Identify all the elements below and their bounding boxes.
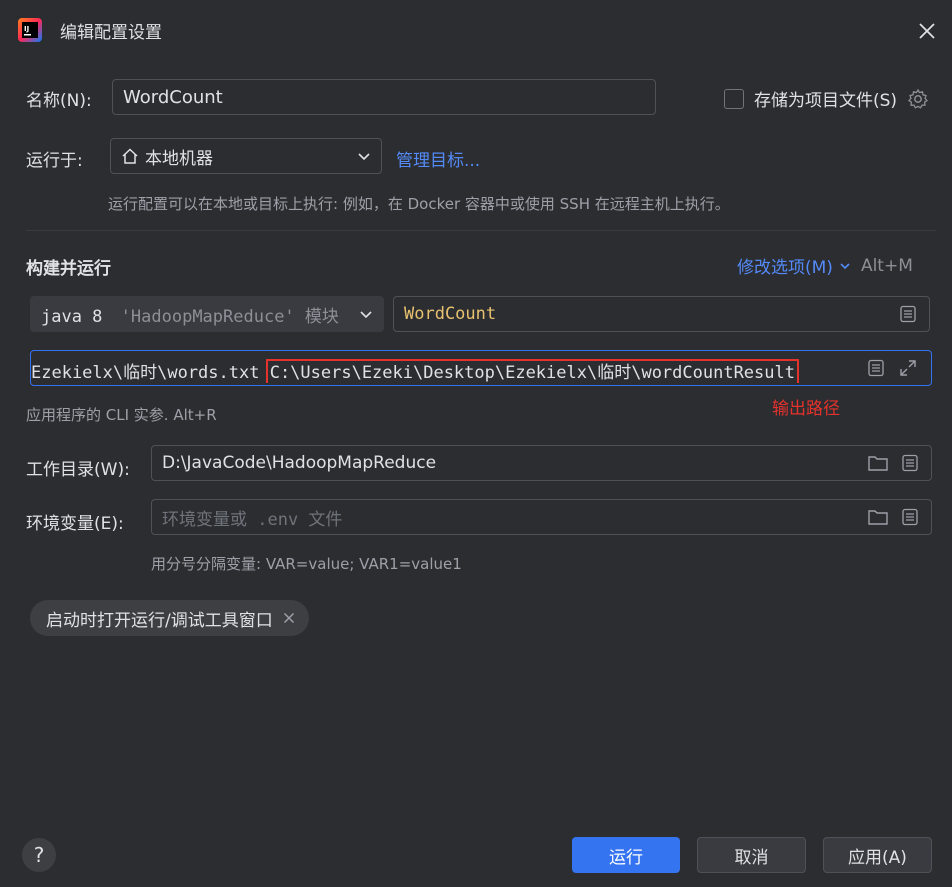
working-dir-label: 工作目录(W): xyxy=(26,460,130,480)
run-button[interactable]: 运行 xyxy=(572,837,680,873)
apply-button-label: 应用(A) xyxy=(848,847,907,868)
run-on-hint: 运行配置可以在本地或目标上执行: 例如，在 Docker 容器中或使用 SSH … xyxy=(108,195,730,213)
expand-list-icon[interactable] xyxy=(865,357,887,379)
gear-icon[interactable] xyxy=(907,88,929,110)
program-arguments-input[interactable]: Ezekielx\临时\words.txt C:\Users\Ezeki\Des… xyxy=(30,350,932,386)
args-input-path: Ezekielx\临时\words.txt xyxy=(31,363,270,383)
chip-label: 启动时打开运行/调试工具窗口 xyxy=(46,610,273,631)
close-button[interactable] xyxy=(912,16,942,46)
browse-list-icon[interactable] xyxy=(897,303,919,325)
name-input[interactable]: WordCount xyxy=(112,79,656,115)
help-icon: ? xyxy=(33,843,45,867)
cancel-button[interactable]: 取消 xyxy=(697,837,806,873)
apply-button[interactable]: 应用(A) xyxy=(823,837,932,873)
env-vars-input[interactable]: 环境变量或 .env 文件 xyxy=(151,499,932,535)
run-on-selected: 本地机器 xyxy=(145,148,213,169)
run-on-select[interactable]: 本地机器 xyxy=(110,138,382,174)
env-vars-hint: 用分号分隔变量: VAR=value; VAR1=value1 xyxy=(151,555,462,573)
browse-list-icon[interactable] xyxy=(899,506,921,528)
main-class-input[interactable]: WordCount xyxy=(393,296,930,332)
jdk-module-select[interactable]: java 8 'HadoopMapReduce' 模块 xyxy=(30,296,384,332)
main-class-value: WordCount xyxy=(404,304,497,324)
open-tool-window-chip[interactable]: 启动时打开运行/调试工具窗口 xyxy=(30,600,309,636)
module-label: 'HadoopMapReduce' 模块 xyxy=(120,306,339,327)
title-bar: IJ 编辑配置设置 xyxy=(0,0,952,60)
build-run-section-title: 构建并运行 xyxy=(26,259,111,279)
chevron-down-icon xyxy=(358,153,370,161)
modify-options-shortcut: Alt+M xyxy=(860,255,913,276)
manage-targets-link[interactable]: 管理目标... xyxy=(396,146,480,171)
program-arguments-text: Ezekielx\临时\words.txt C:\Users\Ezeki\Des… xyxy=(31,359,799,383)
folder-icon[interactable] xyxy=(867,452,889,474)
close-icon xyxy=(919,23,935,39)
env-vars-label: 环境变量(E): xyxy=(26,514,124,534)
close-icon[interactable] xyxy=(283,612,295,624)
args-output-path: C:\Users\Ezeki\Desktop\Ezekielx\临时\wordC… xyxy=(265,359,799,383)
jdk-label: java 8 xyxy=(41,306,103,327)
store-checkbox[interactable] xyxy=(724,88,744,109)
modify-options-label: 修改选项(M) xyxy=(737,258,833,278)
dialog-title: 编辑配置设置 xyxy=(60,23,162,43)
output-path-annotation: 输出路径 xyxy=(772,399,840,419)
svg-text:IJ: IJ xyxy=(24,25,29,33)
store-as-project-file[interactable]: 存储为项目文件(S) xyxy=(724,86,929,111)
help-button[interactable]: ? xyxy=(22,838,56,872)
chevron-down-icon xyxy=(360,311,372,319)
working-dir-value: D:\JavaCode\HadoopMapReduce xyxy=(162,453,437,473)
expand-field-icon[interactable] xyxy=(897,357,919,379)
intellij-logo-icon: IJ xyxy=(18,18,42,42)
working-dir-input[interactable]: D:\JavaCode\HadoopMapReduce xyxy=(151,445,932,481)
browse-list-icon[interactable] xyxy=(899,452,921,474)
program-arguments-hint: 应用程序的 CLI 实参. Alt+R xyxy=(26,406,217,424)
env-vars-placeholder: 环境变量或 .env 文件 xyxy=(162,509,343,530)
folder-icon[interactable] xyxy=(867,506,889,528)
run-on-label: 运行于: xyxy=(26,151,83,171)
name-input-value: WordCount xyxy=(123,86,223,108)
run-button-label: 运行 xyxy=(609,847,643,868)
store-checkbox-label: 存储为项目文件(S) xyxy=(754,91,898,111)
home-icon xyxy=(122,148,138,164)
section-divider xyxy=(26,230,936,231)
modify-options-button[interactable]: 修改选项(M) Alt+M xyxy=(737,253,913,279)
name-label: 名称(N): xyxy=(26,91,92,111)
chevron-down-icon xyxy=(840,262,850,269)
cancel-button-label: 取消 xyxy=(734,847,769,868)
